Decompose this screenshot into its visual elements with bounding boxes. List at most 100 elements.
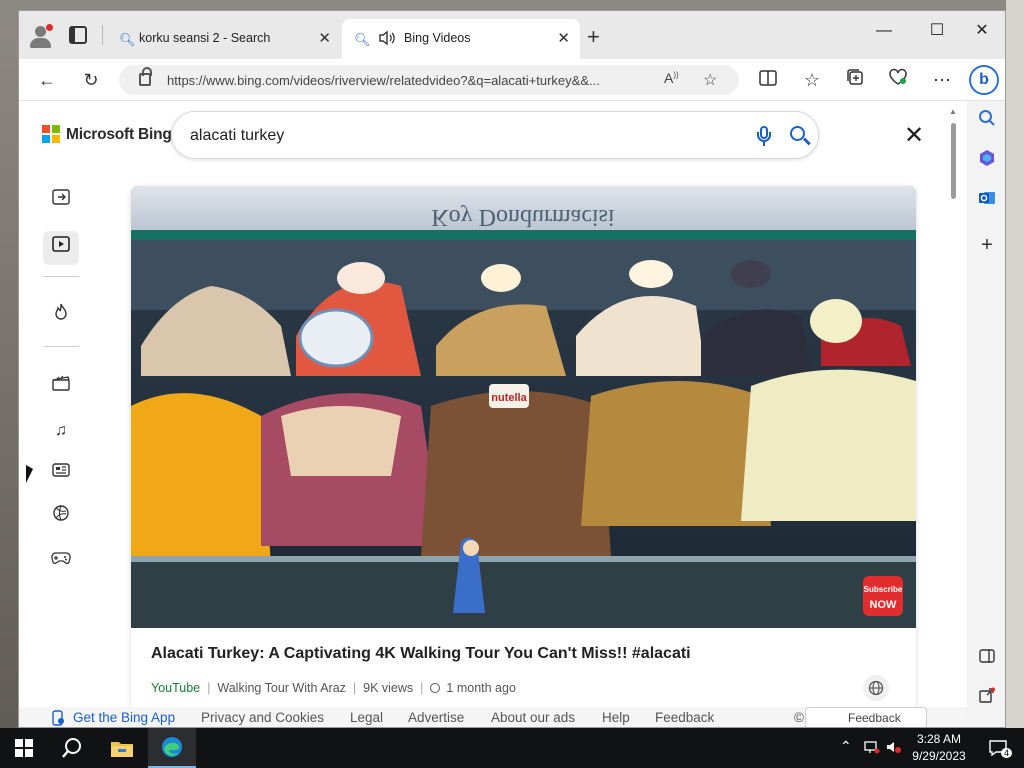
close-icon[interactable]: ✕ xyxy=(904,121,924,150)
video-title[interactable]: Alacati Turkey: A Captivating 4K Walking… xyxy=(151,645,691,663)
edge-taskbar-icon[interactable] xyxy=(148,728,196,768)
microsoft-logo-icon xyxy=(42,125,60,143)
notification-center-icon[interactable]: 4 xyxy=(978,728,1018,768)
search-submit-icon[interactable] xyxy=(789,125,811,147)
shop-sign: Koy Dondurmacisi xyxy=(431,204,615,230)
external-link-icon[interactable] xyxy=(975,687,999,711)
footer-link-privacy[interactable]: Privacy and Cookies xyxy=(201,710,324,725)
footer-link-legal[interactable]: Legal xyxy=(350,710,383,725)
footer-link-advertise[interactable]: Advertise xyxy=(408,710,464,725)
sidebar-icon[interactable] xyxy=(975,647,999,671)
feedback-button-label: Feedback xyxy=(848,711,901,725)
subscribe-badge-top: Subscribe xyxy=(864,585,903,594)
collections-icon[interactable] xyxy=(842,68,868,92)
film-icon[interactable] xyxy=(43,370,79,404)
taskbar-clock[interactable]: 3:28 AM 9/29/2023 xyxy=(904,731,974,765)
taskbar-time: 3:28 AM xyxy=(916,732,962,746)
scrollbar-thumb[interactable] xyxy=(951,123,956,199)
clock-icon xyxy=(430,683,441,693)
taskbar-date: 9/29/2023 xyxy=(912,749,966,763)
footer-link-feedback[interactable]: Feedback xyxy=(655,710,714,725)
phone-icon[interactable] xyxy=(51,710,65,727)
tab-bing-videos[interactable]: 🔍︎ Bing Videos ✕ xyxy=(342,19,580,59)
more-options-icon[interactable]: ⋯ xyxy=(929,68,955,92)
taskbar: ⌃ 3:28 AM 9/29/2023 4 xyxy=(0,728,1024,768)
scroll-up-icon[interactable]: ▲ xyxy=(949,107,957,116)
favorite-star-icon[interactable]: ☆ xyxy=(703,70,717,90)
new-tab-icon[interactable]: + xyxy=(587,24,600,50)
microphone-icon[interactable] xyxy=(754,125,774,147)
search-icon[interactable] xyxy=(975,109,999,133)
video-icon[interactable] xyxy=(43,231,79,265)
page-footer: Get the Bing App Privacy and Cookies Leg… xyxy=(19,707,967,727)
windows-start-icon[interactable] xyxy=(0,728,48,768)
plus-icon[interactable]: + xyxy=(975,233,999,257)
bing-copilot-icon[interactable]: b xyxy=(969,65,999,95)
feedback-button[interactable]: Feedback xyxy=(805,707,927,727)
tab-strip: 🔍︎ korku seansi 2 - Search ✕ 🔍︎ Bing Vid… xyxy=(19,11,1005,59)
network-icon[interactable] xyxy=(864,740,880,757)
profile-icon[interactable] xyxy=(27,23,55,49)
video-source[interactable]: YouTube xyxy=(151,681,200,695)
page-scrollbar[interactable]: ▲ xyxy=(947,101,959,707)
footer-copyright: © xyxy=(794,710,804,725)
music-icon[interactable]: ♫ xyxy=(43,414,79,448)
sports-icon[interactable] xyxy=(43,501,79,535)
notification-count: 4 xyxy=(1001,748,1013,758)
outlook-icon[interactable] xyxy=(975,189,999,213)
tab-title: korku seansi 2 - Search xyxy=(139,31,271,45)
desktop-window-edge xyxy=(1006,0,1024,728)
gamepad-icon[interactable] xyxy=(43,544,79,578)
mouse-cursor-icon xyxy=(26,465,33,483)
close-window-icon[interactable]: ✕ xyxy=(959,17,1005,45)
favorites-icon[interactable]: ☆ xyxy=(799,68,825,92)
video-meta: YouTube | Walking Tour With Araz | 9K views |… xyxy=(151,681,516,695)
video-age: 1 month ago xyxy=(446,681,516,695)
back-icon[interactable]: ← xyxy=(34,68,60,92)
close-tab-icon[interactable]: ✕ xyxy=(557,29,570,47)
minimize-icon[interactable]: — xyxy=(861,17,907,45)
maximize-icon[interactable]: ☐ xyxy=(914,17,960,45)
read-aloud-icon[interactable]: A)) xyxy=(664,70,679,86)
taskbar-search-icon[interactable] xyxy=(48,728,96,768)
flame-icon[interactable] xyxy=(43,300,79,334)
speaker-icon[interactable] xyxy=(378,30,396,49)
bing-brand[interactable]: Microsoft Bing xyxy=(66,126,172,144)
volume-muted-icon[interactable] xyxy=(886,740,902,757)
video-player[interactable]: Koy Dondurmacisi nutella Subscribe NOW xyxy=(131,186,916,628)
search-box[interactable]: alacati turkey xyxy=(171,111,819,159)
video-card[interactable]: Koy Dondurmacisi nutella Subscribe NOW A… xyxy=(131,186,916,727)
close-tab-icon[interactable]: ✕ xyxy=(318,29,331,47)
tabstrip-divider xyxy=(102,25,103,45)
video-channel[interactable]: Walking Tour With Araz xyxy=(217,681,346,695)
copilot-icon[interactable] xyxy=(975,149,999,173)
tray-chevron-icon[interactable]: ⌃ xyxy=(840,738,852,755)
bing-videos-page: Microsoft Bing alacati turkey ✕ ♫ Koy Do… xyxy=(19,101,967,727)
footer-link-get-app[interactable]: Get the Bing App xyxy=(73,710,175,725)
footer-link-about-ads[interactable]: About our ads xyxy=(491,710,575,725)
sidebar-toggle-icon[interactable] xyxy=(43,184,79,218)
tab-actions-icon[interactable] xyxy=(69,26,87,44)
footer-link-help[interactable]: Help xyxy=(602,710,630,725)
url-text[interactable]: https://www.bing.com/videos/riverview/re… xyxy=(167,73,657,88)
news-icon[interactable] xyxy=(43,457,79,491)
nutella-label: nutella xyxy=(491,392,527,404)
edge-sidebar: + ⚙ xyxy=(967,101,1005,727)
address-bar-row: ← ↻ https://www.bing.com/videos/rivervie… xyxy=(19,59,1005,101)
lock-icon[interactable] xyxy=(139,67,152,86)
split-screen-icon[interactable] xyxy=(755,68,781,92)
nav-divider xyxy=(43,276,79,277)
file-explorer-icon[interactable] xyxy=(98,728,146,768)
refresh-icon[interactable]: ↻ xyxy=(78,68,104,92)
video-views: 9K views xyxy=(363,681,414,695)
tab-korku-search[interactable]: 🔍︎ korku seansi 2 - Search ✕ xyxy=(107,19,341,59)
browser-essentials-icon[interactable] xyxy=(885,68,911,92)
address-bar[interactable]: https://www.bing.com/videos/riverview/re… xyxy=(119,65,739,95)
search-input[interactable]: alacati turkey xyxy=(190,127,284,145)
search-icon: 🔍︎ xyxy=(354,32,371,47)
tab-title: Bing Videos xyxy=(404,31,471,45)
subscribe-badge-bottom: NOW xyxy=(870,599,898,611)
globe-icon[interactable] xyxy=(863,675,889,701)
browser-window: 🔍︎ korku seansi 2 - Search ✕ 🔍︎ Bing Vid… xyxy=(18,10,1006,728)
nav-divider xyxy=(43,346,79,347)
